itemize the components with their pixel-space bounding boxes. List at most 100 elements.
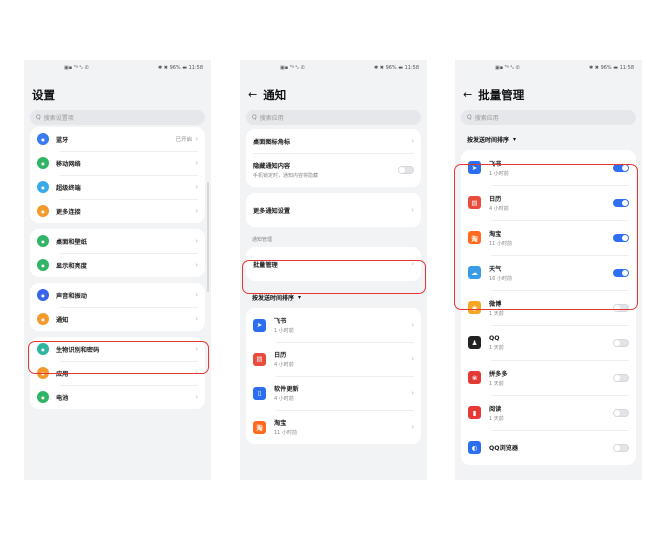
search-placeholder: 搜索应用 [259,115,284,122]
app-notification-toggle[interactable] [613,163,629,172]
settings-row[interactable]: ● 生物识别和密码 › [30,337,205,361]
app-notification-toggle[interactable] [613,268,629,277]
settings-row[interactable]: ● 蓝牙 已开启 › [30,127,205,151]
chevron-right-icon: › [195,183,198,191]
more-settings-card: 更多通知设置 › [246,193,421,227]
battery-icon: ● [37,391,49,403]
toggle-knob [614,374,620,381]
scrollbar[interactable] [207,182,209,292]
hide-content-toggle[interactable] [398,166,414,174]
app-name: 淘宝 [489,230,502,238]
badge-row[interactable]: 桌面图标角标 › [246,129,421,153]
app-time: 1 天前 [489,344,504,351]
app-notification-toggle[interactable] [613,303,629,312]
chevron-right-icon: › [411,137,414,145]
notification-options-card: 桌面图标角标 › 隐藏通知内容 手机锁定时，通知内容将隐藏 [246,129,421,187]
app-row[interactable]: ❀ 拼多多 1 天前 [461,360,636,395]
app-row[interactable]: ➤ 飞书 1 小时前 › [246,308,421,342]
settings-row[interactable]: ● 电池 › [30,385,205,409]
app-row[interactable]: ▯ 软件更新 4 小时前 › [246,376,421,410]
app-notification-toggle[interactable] [613,198,629,207]
settings-row[interactable]: ● 超级终端 › [30,175,205,199]
manage-section-label: 通知管理 [252,237,273,243]
app-row[interactable]: ▤ 日历 4 小时前 [461,185,636,220]
search-input[interactable]: Q 搜索设置项 [30,110,205,125]
app-name: QQ [489,334,500,342]
more-settings-row[interactable]: 更多通知设置 › [246,193,421,227]
taobao-icon: 淘 [253,420,266,434]
status-left: ▣▪ ⁵ᵍ ᵃᵢₗ ✆ [64,65,89,71]
app-notification-toggle[interactable] [613,408,629,417]
app-row[interactable]: 淘淘宝 11 小时前 [461,220,636,255]
weibo-icon: ◉ [468,301,481,314]
app-row-text: 飞书 1 小时前 [489,159,613,177]
qq-browser-icon: ◐ [468,441,481,454]
settings-row-label: 通知 [56,316,69,324]
app-row-text: 微博 1 天前 [489,299,613,317]
settings-row-label: 超级终端 [56,184,81,192]
app-row[interactable]: ➤ 飞书 1 小时前 [461,150,636,185]
app-row[interactable]: ◐ QQ浏览器 [461,430,636,465]
app-row[interactable]: ♟ QQ 1 天前 [461,325,636,360]
app-notification-toggle[interactable] [613,233,629,242]
app-notification-toggle[interactable] [613,338,629,347]
chevron-right-icon: › [195,369,198,377]
app-time: 1 天前 [489,415,504,422]
chevron-right-icon: › [411,423,414,431]
app-time: 1 天前 [489,310,504,317]
settings-row-value: 已开启 [175,137,193,143]
app-notification-toggle[interactable] [613,373,629,382]
taobao-icon: 淘 [468,231,481,244]
app-name: 飞书 [489,160,502,168]
status-bar: ▣▪ ⁵ᵍ ᵃᵢₗ ✆ ✱ ✖ 96% ▬ 11:58 [240,60,427,76]
settings-group-connectivity: ● 蓝牙 已开启 › ● 移动网络 › ● 超级终端 › ● 更多连接 › [30,127,205,223]
chevron-right-icon: › [411,206,414,214]
settings-group-display: ● 桌面和壁纸 › ● 显示和亮度 › [30,229,205,277]
hide-content-label-wrap: 隐藏通知内容 手机锁定时，通知内容将隐藏 [253,161,398,179]
settings-row[interactable]: ● 通知 › [30,307,205,331]
app-row[interactable]: 淘 淘宝 11 小时前 › [246,410,421,444]
settings-row[interactable]: ● 声音和振动 › [30,283,205,307]
status-left: ▣▪ ⁵ᵍ ᵃᵢₗ ✆ [495,65,520,71]
toggle-knob [614,444,620,451]
search-input[interactable]: Q 搜索应用 [461,110,636,125]
chevron-right-icon: › [411,321,414,329]
search-placeholder: 搜索设置项 [43,115,74,122]
settings-row[interactable]: ● 更多连接 › [30,199,205,223]
app-row[interactable]: ▤ 日历 4 小时前 › [246,342,421,376]
app-row[interactable]: ◉ 微博 1 天前 [461,290,636,325]
app-time: 1 小时前 [274,328,294,334]
app-name: 飞书 [274,318,287,325]
search-placeholder: 搜索应用 [474,115,499,122]
page-title-text: 批量管理 [478,87,525,102]
qq-icon: ♟ [468,336,481,349]
back-arrow-icon[interactable]: ← [248,88,257,101]
settings-row[interactable]: ● 应用 › [30,361,205,385]
pinduoduo-icon: ❀ [468,371,481,384]
settings-row-label: 声音和振动 [56,292,87,300]
app-notification-toggle[interactable] [613,443,629,452]
app-time: 1 天前 [489,380,504,387]
search-input[interactable]: Q 搜索应用 [246,110,421,125]
sort-label: 按发送时间排序 [252,295,295,302]
app-time: 4 小时前 [274,396,294,402]
app-row[interactable]: ☁ 天气 16 小时前 [461,255,636,290]
sort-selector[interactable]: 按发送时间排序 ▾ [455,129,642,150]
settings-row[interactable]: ● 显示和亮度 › [30,253,205,277]
sort-selector[interactable]: 按发送时间排序 ▾ [240,287,427,308]
bluetooth-icon: ● [37,133,49,145]
app-row[interactable]: ▮ 阅读 1 天前 [461,395,636,430]
toggle-knob [622,164,628,171]
search-icon: Q [467,114,472,121]
settings-row[interactable]: ● 移动网络 › [30,151,205,175]
chevron-right-icon: › [411,355,414,363]
chevron-right-icon: › [411,260,414,268]
back-arrow-icon[interactable]: ← [463,88,472,101]
batch-manage-row[interactable]: 批量管理 › [246,247,421,281]
settings-row[interactable]: ● 桌面和壁纸 › [30,229,205,253]
settings-group-security: ● 生物识别和密码 › ● 应用 › ● 电池 › [30,337,205,409]
search-icon: Q [36,114,41,121]
hide-content-row[interactable]: 隐藏通知内容 手机锁定时，通知内容将隐藏 [246,153,421,187]
page-title: ← 通知 [240,76,427,106]
settings-group-sound: ● 声音和振动 › ● 通知 › [30,283,205,331]
